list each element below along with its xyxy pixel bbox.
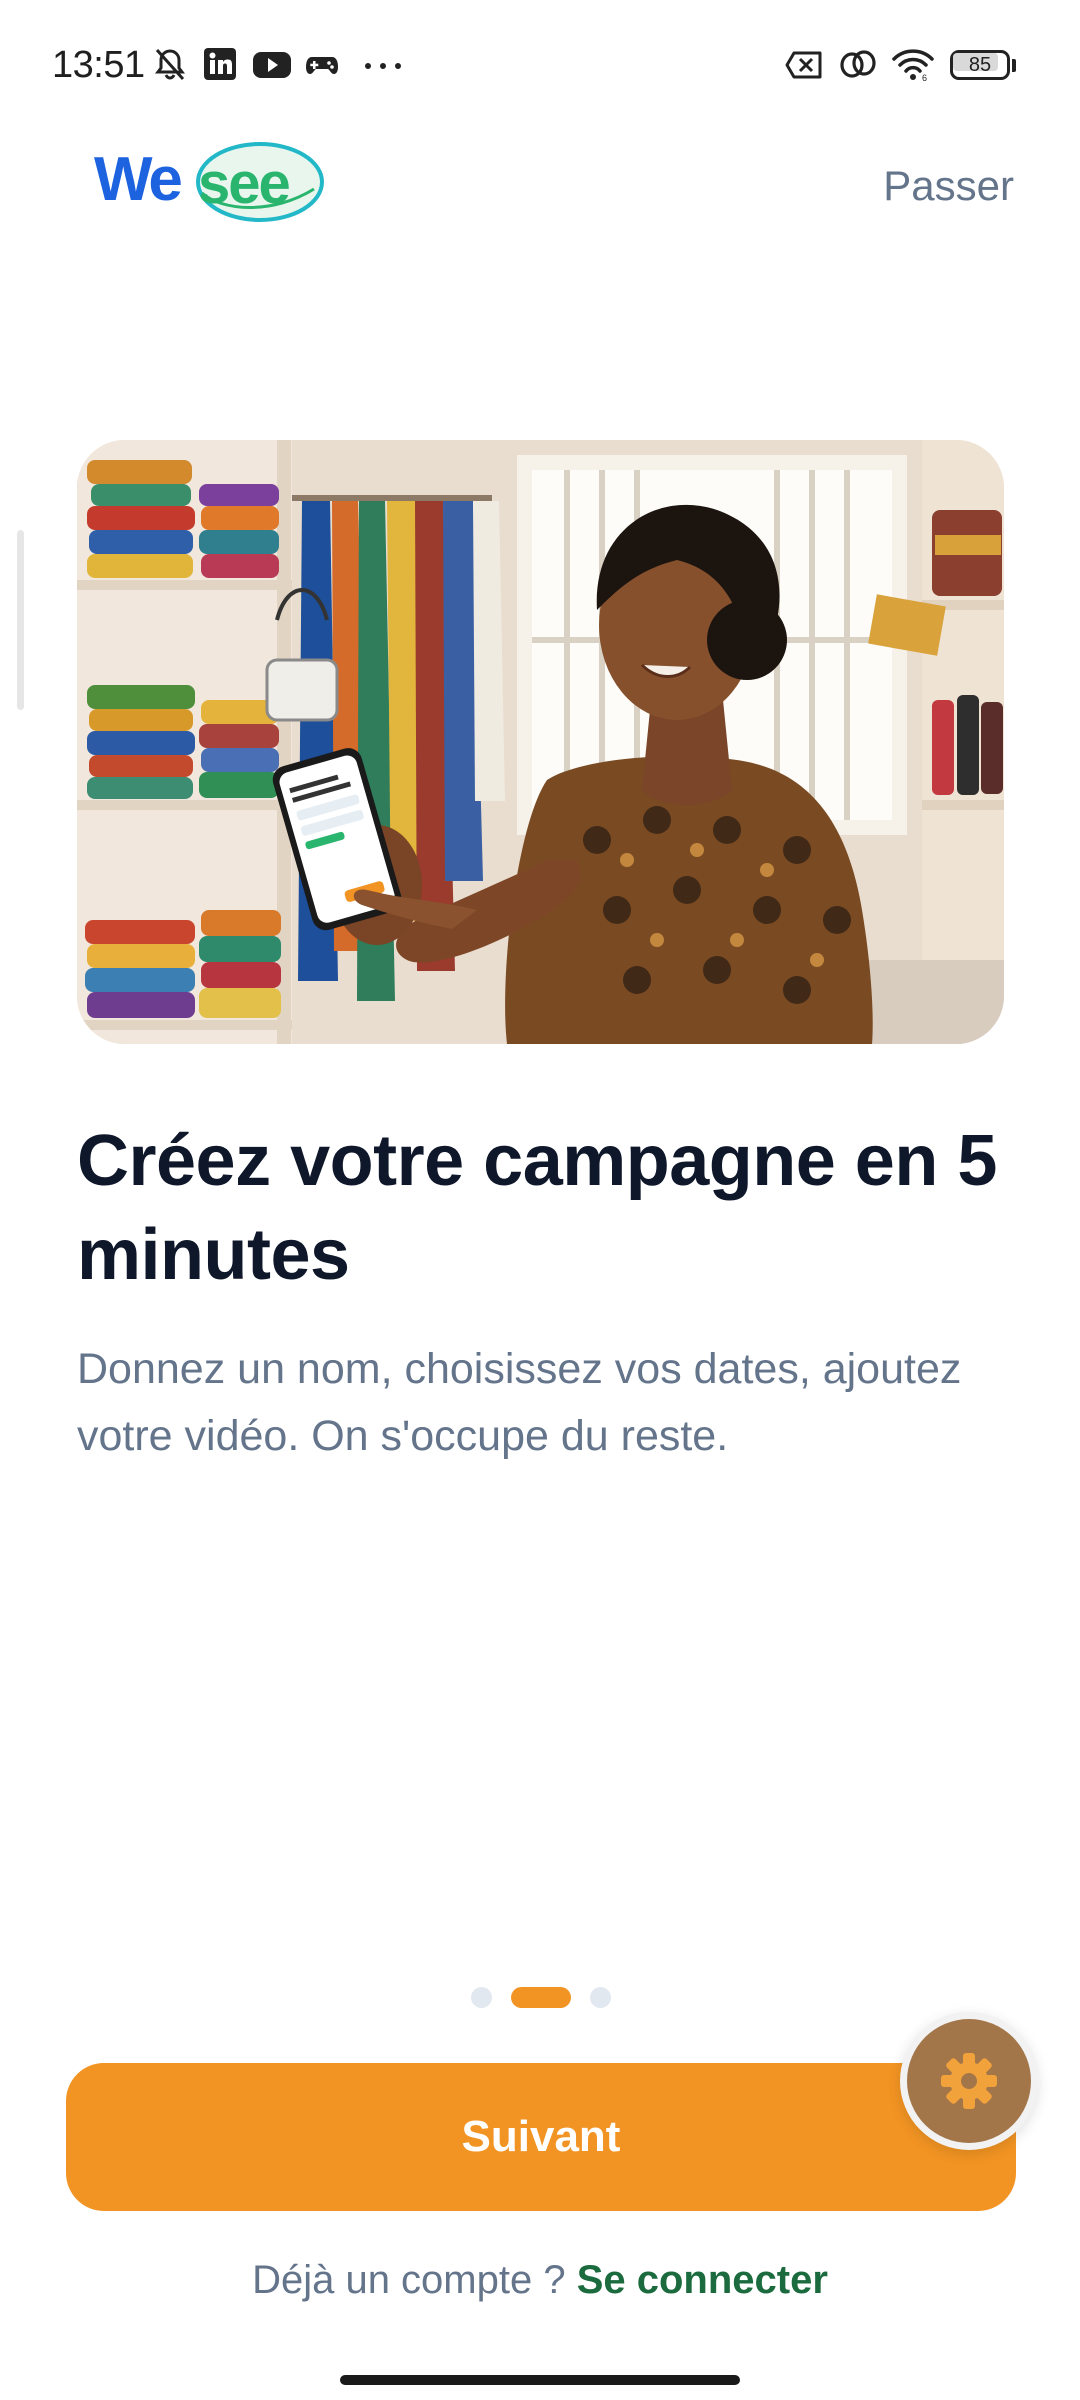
hero-image	[77, 440, 1004, 1044]
svg-text:6: 6	[922, 73, 927, 82]
skip-button[interactable]: Passer	[883, 162, 1014, 210]
login-prompt-row: Déjà un compte ? Se connecter	[0, 2258, 1080, 2303]
battery-level: 85	[968, 54, 992, 76]
next-button[interactable]: Suivant	[66, 2063, 1016, 2211]
status-time: 13:51	[52, 44, 145, 86]
page-dot-2-active	[511, 1987, 571, 2008]
settings-fab-button[interactable]	[907, 2019, 1031, 2143]
wifi-icon: 6	[892, 49, 934, 82]
link-icon	[840, 50, 876, 78]
gamepad-icon	[306, 57, 338, 74]
more-dots-icon	[365, 63, 401, 69]
page-indicator	[471, 1987, 611, 2009]
sim-off-icon	[785, 51, 822, 79]
gear-icon	[941, 2053, 997, 2109]
login-link[interactable]: Se connecter	[577, 2258, 828, 2302]
scroll-indicator	[17, 530, 24, 710]
battery-icon: 85	[950, 50, 1018, 82]
home-indicator[interactable]	[340, 2375, 740, 2385]
svg-text:see: see	[198, 151, 290, 216]
bell-off-icon	[155, 48, 185, 81]
svg-text:We: We	[94, 145, 181, 214]
slide-description: Donnez un nom, choisissez vos dates, ajo…	[77, 1345, 962, 1460]
youtube-icon	[253, 52, 291, 78]
page-dot-3	[590, 1987, 611, 2008]
status-bar: 13:51 6 85	[0, 0, 1080, 130]
slide-title: Créez votre campagne en 5 minutes	[77, 1121, 997, 1295]
wesee-logo: We see	[94, 142, 324, 222]
linkedin-icon	[204, 48, 236, 80]
page-dot-1	[471, 1987, 492, 2008]
login-prompt-text: Déjà un compte ?	[252, 2258, 566, 2302]
